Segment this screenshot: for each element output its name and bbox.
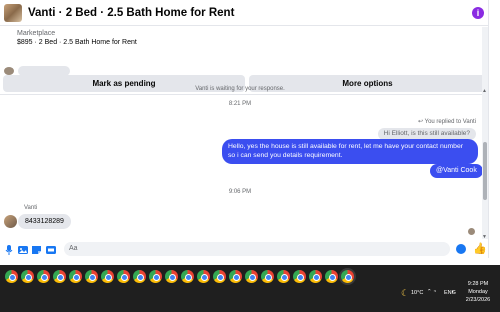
timestamp: 9:06 PM xyxy=(228,189,252,195)
chrome-taskbar-icon[interactable] xyxy=(197,270,210,283)
chrome-taskbar-icon[interactable] xyxy=(309,270,322,283)
listing-summary[interactable]: $895 · 2 Bed · 2.5 Bath Home for Rent xyxy=(17,39,137,46)
clock-day: Monday xyxy=(468,289,488,295)
seen-avatar xyxy=(468,228,475,235)
window-gap xyxy=(0,258,500,265)
message-thread: Vanti is waiting for your response. 8:21… xyxy=(0,64,488,239)
chrome-taskbar-icon[interactable] xyxy=(261,270,274,283)
chrome-taskbar-icon[interactable] xyxy=(181,270,194,283)
chrome-taskbar-icon[interactable] xyxy=(165,270,178,283)
avatar[interactable] xyxy=(4,215,17,228)
chrome-taskbar-icon[interactable] xyxy=(149,270,162,283)
chevron-up-icon[interactable]: ⌃ xyxy=(427,289,432,295)
listing-source: Marketplace xyxy=(17,30,56,37)
clock-date: 2/23/2026 xyxy=(465,297,491,303)
window-edge xyxy=(488,0,500,265)
system-tray: ☾ 10°C ⌃ ◔ ENG ◖ 9:28 PM Monday 2/23/202… xyxy=(400,280,500,307)
emoji-icon[interactable] xyxy=(456,244,466,254)
message-input[interactable]: Aa xyxy=(64,242,450,256)
chrome-taskbar-icon[interactable] xyxy=(133,270,146,283)
incoming-message[interactable]: 8433128289 xyxy=(18,214,71,229)
taskbar-apps xyxy=(5,270,357,283)
replied-label: ↩ You replied to Vanti xyxy=(418,118,476,125)
sender-name: Vanti xyxy=(24,205,38,211)
image-icon[interactable] xyxy=(18,245,28,255)
chrome-taskbar-icon[interactable] xyxy=(325,270,338,283)
scrollbar-thumb[interactable] xyxy=(483,142,487,200)
chrome-taskbar-icon[interactable] xyxy=(293,270,306,283)
messenger-window: Vanti · 2 Bed · 2.5 Bath Home for Rent i… xyxy=(0,0,500,312)
temperature[interactable]: 10°C xyxy=(411,290,423,296)
chrome-taskbar-icon[interactable] xyxy=(213,270,226,283)
chrome-taskbar-icon[interactable] xyxy=(5,270,18,283)
conversation-title[interactable]: Vanti · 2 Bed · 2.5 Bath Home for Rent xyxy=(28,7,234,19)
clock[interactable]: 9:28 PM Monday 2/23/2026 xyxy=(456,280,500,304)
chrome-taskbar-icon[interactable] xyxy=(245,270,258,283)
chrome-taskbar-icon[interactable] xyxy=(229,270,242,283)
chrome-taskbar-icon[interactable] xyxy=(277,270,290,283)
avatar xyxy=(4,67,14,75)
waiting-notice: Vanti is waiting for your response. xyxy=(195,86,285,92)
chrome-taskbar-icon[interactable] xyxy=(21,270,34,283)
scroll-down-icon[interactable]: ▼ xyxy=(482,234,487,240)
volume-icon[interactable]: ◖ xyxy=(451,289,454,295)
chrome-taskbar-icon[interactable] xyxy=(85,270,98,283)
taskbar: ☾ 10°C ⌃ ◔ ENG ◖ 9:28 PM Monday 2/23/202… xyxy=(0,265,500,312)
chrome-taskbar-icon[interactable] xyxy=(117,270,130,283)
clock-time: 9:28 PM xyxy=(467,281,489,287)
chrome-taskbar-icon[interactable] xyxy=(101,270,114,283)
info-icon[interactable]: i xyxy=(472,6,484,19)
chrome-taskbar-icon[interactable] xyxy=(53,270,66,283)
weather-moon-icon[interactable]: ☾ xyxy=(401,288,409,299)
previous-message-bubble xyxy=(18,66,70,76)
listing-thumbnail[interactable] xyxy=(4,3,22,22)
sticker-icon[interactable] xyxy=(32,245,42,255)
chrome-taskbar-icon[interactable] xyxy=(69,270,82,283)
microphone-icon[interactable] xyxy=(4,244,14,255)
outgoing-message[interactable]: Hello, yes the house is still available … xyxy=(222,139,478,164)
reply-arrow-icon: ↩ xyxy=(418,119,425,125)
outgoing-mention-message[interactable]: @Vanti Cook xyxy=(430,164,483,178)
message-composer: Aa 👍 xyxy=(0,241,488,258)
scroll-up-icon[interactable]: ▲ xyxy=(482,88,487,94)
chrome-taskbar-icon[interactable] xyxy=(341,270,354,283)
wifi-icon[interactable]: ◔ xyxy=(433,289,436,295)
replied-text: You replied to Vanti xyxy=(424,119,476,125)
thumbs-up-icon[interactable]: 👍 xyxy=(473,242,487,255)
chrome-taskbar-icon[interactable] xyxy=(37,270,50,283)
timestamp: 8:21 PM xyxy=(228,101,252,107)
conversation-header: Vanti · 2 Bed · 2.5 Bath Home for Rent i xyxy=(0,0,488,26)
gif-icon[interactable] xyxy=(46,245,56,255)
